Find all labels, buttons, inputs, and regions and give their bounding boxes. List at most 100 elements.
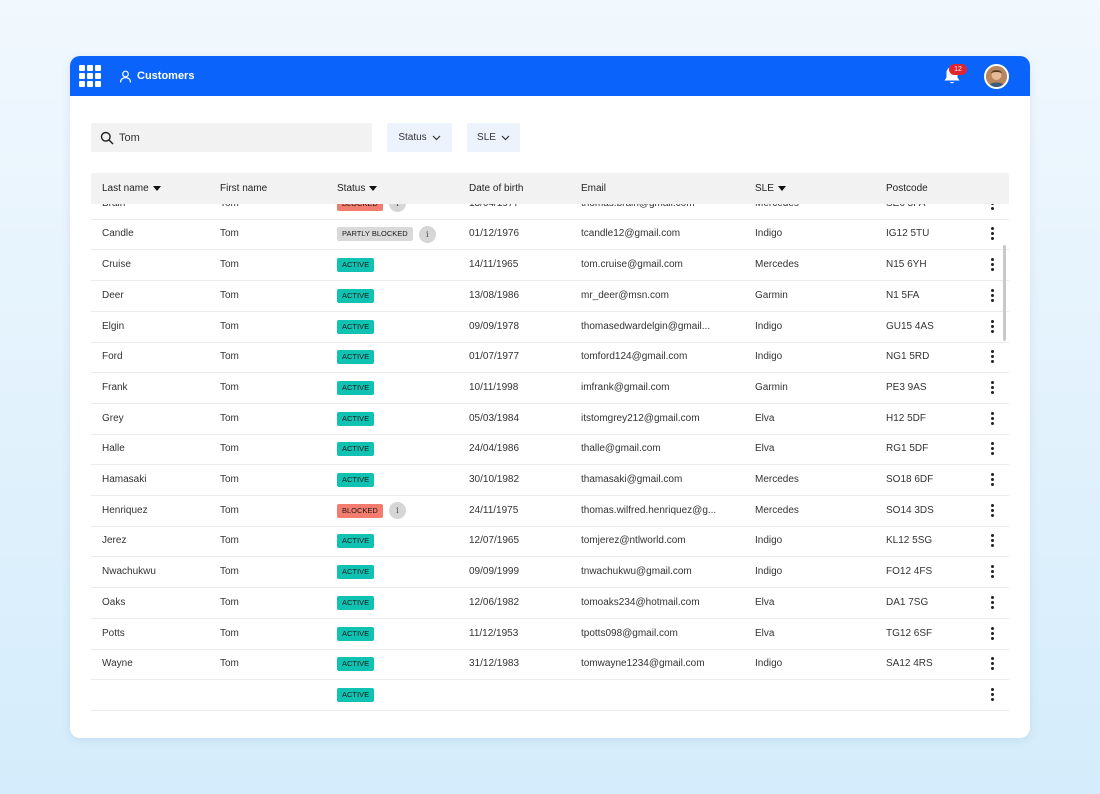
cell-email: tomwayne1234@gmail.com	[581, 658, 705, 670]
app-launcher-grid-icon[interactable]	[79, 65, 101, 87]
table-row[interactable]: Grey Tom 05/03/1984 itstomgrey212@gmail.com…	[91, 404, 1009, 435]
table-header: Last name First name Status Date of birt…	[91, 173, 1009, 204]
cell-status: ACTIVE	[337, 465, 375, 495]
cell-status: ACTIVE	[337, 250, 375, 280]
table-row[interactable]: Frank Tom 10/11/1998 imfrank@gmail.com Garmi…	[91, 373, 1009, 404]
column-header-postcode[interactable]: Postcode	[886, 173, 928, 204]
table-row[interactable]: Henriquez Tom 24/11/1975 thomas.wilfred.hen…	[91, 496, 1009, 527]
cell-postcode: KL12 5SG	[886, 535, 933, 547]
status-badge: ACTIVE	[337, 380, 375, 395]
cell-email: thalle@gmail.com	[581, 443, 661, 455]
cell-sle: Indigo	[755, 566, 783, 578]
cell-sle: Indigo	[755, 228, 783, 240]
cell-email: tpotts098@gmail.com	[581, 627, 678, 639]
user-icon	[119, 70, 132, 83]
table-row[interactable]: Oaks Tom 12/06/1982 tomoaks234@hotmail.com E…	[91, 588, 1009, 619]
column-header-email[interactable]: Email	[581, 173, 606, 204]
table-row[interactable]: Wayne Tom 31/12/1983 tomwayne1234@gmail.com…	[91, 649, 1009, 681]
cell-first-name: Tom	[220, 504, 239, 516]
cell-first-name: Tom	[220, 474, 239, 485]
status-badge: ACTIVE	[337, 442, 375, 457]
cell-last-name: Oaks	[102, 596, 126, 608]
table-row[interactable]: Nwachukwu Tom 09/09/1999 tnwachukwu@gmail.c…	[91, 557, 1009, 589]
row-more-options-icon[interactable]	[991, 687, 995, 702]
cell-date-of-birth: 12/06/1982	[469, 596, 520, 608]
column-header-label: Postcode	[886, 183, 928, 194]
cell-postcode: SO18 6DF	[886, 474, 934, 485]
cell-email: tnwachukwu@gmail.com	[581, 566, 692, 578]
table-row[interactable]: Potts Tom 11/12/1953 tpotts098@gmail.com Elv…	[91, 619, 1009, 650]
row-more-options-icon[interactable]	[991, 319, 995, 334]
row-more-options-icon[interactable]	[991, 534, 995, 548]
row-more-options-icon[interactable]	[991, 411, 995, 426]
status-badge: ACTIVE	[337, 626, 375, 641]
table-row[interactable]: Deer Tom 13/08/1986 mr_deer@msn.com Garmin N1…	[91, 281, 1009, 312]
info-icon[interactable]: i	[418, 225, 436, 243]
row-more-options-icon[interactable]	[991, 503, 995, 518]
table-row[interactable]: Cruise Tom 14/11/1965 tom.cruise@gmail.com M…	[91, 250, 1009, 282]
status-filter-dropdown[interactable]: Status	[387, 123, 452, 152]
customers-nav-item[interactable]: Customers	[119, 67, 194, 85]
table-scrollbar[interactable]	[1003, 245, 1006, 341]
row-more-options-icon[interactable]	[991, 595, 995, 610]
sle-filter-dropdown[interactable]: SLE	[467, 123, 520, 152]
table-row[interactable]: Hamasaki Tom 30/10/1982 thamasaki@gmail.com…	[91, 465, 1009, 496]
cell-sle: Indigo	[755, 658, 783, 670]
table-row[interactable]: Candle Tom 01/12/1976 tcandle12@gmail.com In…	[91, 219, 1009, 251]
customers-table: Last name First name Status Date of birt…	[91, 173, 1009, 716]
cell-sle: Garmin	[755, 289, 788, 301]
cell-postcode: NG1 5RD	[886, 351, 930, 363]
column-header-first-name[interactable]: First name	[220, 173, 267, 204]
cell-status: ACTIVE	[337, 281, 375, 311]
table-row[interactable]: Jerez Tom 12/07/1965 tomjerez@ntlworld.com I…	[91, 526, 1009, 558]
cell-date-of-birth: 24/11/1975	[469, 504, 519, 516]
cell-status: ACTIVE	[337, 434, 375, 464]
row-more-options-icon[interactable]	[991, 473, 995, 487]
row-more-options-icon[interactable]	[991, 657, 995, 671]
cell-date-of-birth: 10/11/1998	[469, 381, 519, 393]
column-header-last-name[interactable]: Last name	[102, 173, 161, 204]
row-more-options-icon[interactable]	[991, 442, 995, 456]
table-row[interactable]: Ford Tom 01/07/1977 tomford124@gmail.com Ind…	[91, 342, 1009, 374]
status-badge: ACTIVE	[337, 595, 375, 610]
row-more-options-icon[interactable]	[991, 288, 995, 303]
column-header-status[interactable]: Status	[337, 173, 378, 204]
cell-postcode: GU15 4AS	[886, 320, 934, 332]
column-header-label: Status	[337, 183, 366, 194]
column-header-sle[interactable]: SLE	[755, 173, 786, 204]
search-box[interactable]	[91, 123, 372, 152]
customers-window: Customers 12 Status SLE	[70, 56, 1030, 738]
row-more-options-icon[interactable]	[991, 350, 995, 364]
avatar-image	[986, 66, 1007, 87]
cell-status: ACTIVE	[337, 526, 375, 556]
column-header-date-of-birth[interactable]: Date of birth	[469, 173, 523, 204]
cell-postcode: RG1 5DF	[886, 443, 929, 455]
row-more-options-icon[interactable]	[991, 380, 995, 395]
cell-status: ACTIVE	[337, 312, 375, 342]
chevron-down-icon	[501, 135, 510, 140]
row-more-options-icon[interactable]	[991, 258, 995, 272]
cell-date-of-birth: 09/09/1978	[469, 320, 520, 332]
cell-status: BLOCKED i	[337, 496, 406, 526]
row-more-options-icon[interactable]	[991, 227, 995, 241]
table-row[interactable]: Halle Tom 24/04/1986 thalle@gmail.com Elva RG…	[91, 434, 1009, 466]
status-badge: ACTIVE	[337, 565, 375, 580]
row-more-options-icon[interactable]	[991, 626, 995, 641]
cell-sle: Mercedes	[755, 259, 799, 271]
status-badge: PARTLY BLOCKED	[337, 227, 413, 242]
cell-sle: Elva	[755, 596, 775, 608]
row-more-options-icon[interactable]	[991, 565, 995, 579]
status-badge: BLOCKED	[337, 503, 383, 518]
user-avatar[interactable]	[984, 64, 1009, 89]
cell-last-name: Wayne	[102, 658, 133, 670]
search-input[interactable]	[119, 131, 359, 144]
cell-postcode: H12 5DF	[886, 412, 927, 424]
cell-last-name: Jerez	[102, 535, 127, 547]
info-icon[interactable]: i	[388, 502, 406, 520]
cell-email: tcandle12@gmail.com	[581, 228, 681, 240]
cell-status: ACTIVE	[337, 588, 375, 618]
table-row[interactable]: Elgin Tom 09/09/1978 thomasedwardelgin@gmai…	[91, 312, 1009, 343]
cell-status: ACTIVE	[337, 404, 375, 434]
table-row[interactable]: ACTIVE	[91, 680, 1009, 711]
cell-date-of-birth: 24/04/1986	[469, 443, 520, 455]
